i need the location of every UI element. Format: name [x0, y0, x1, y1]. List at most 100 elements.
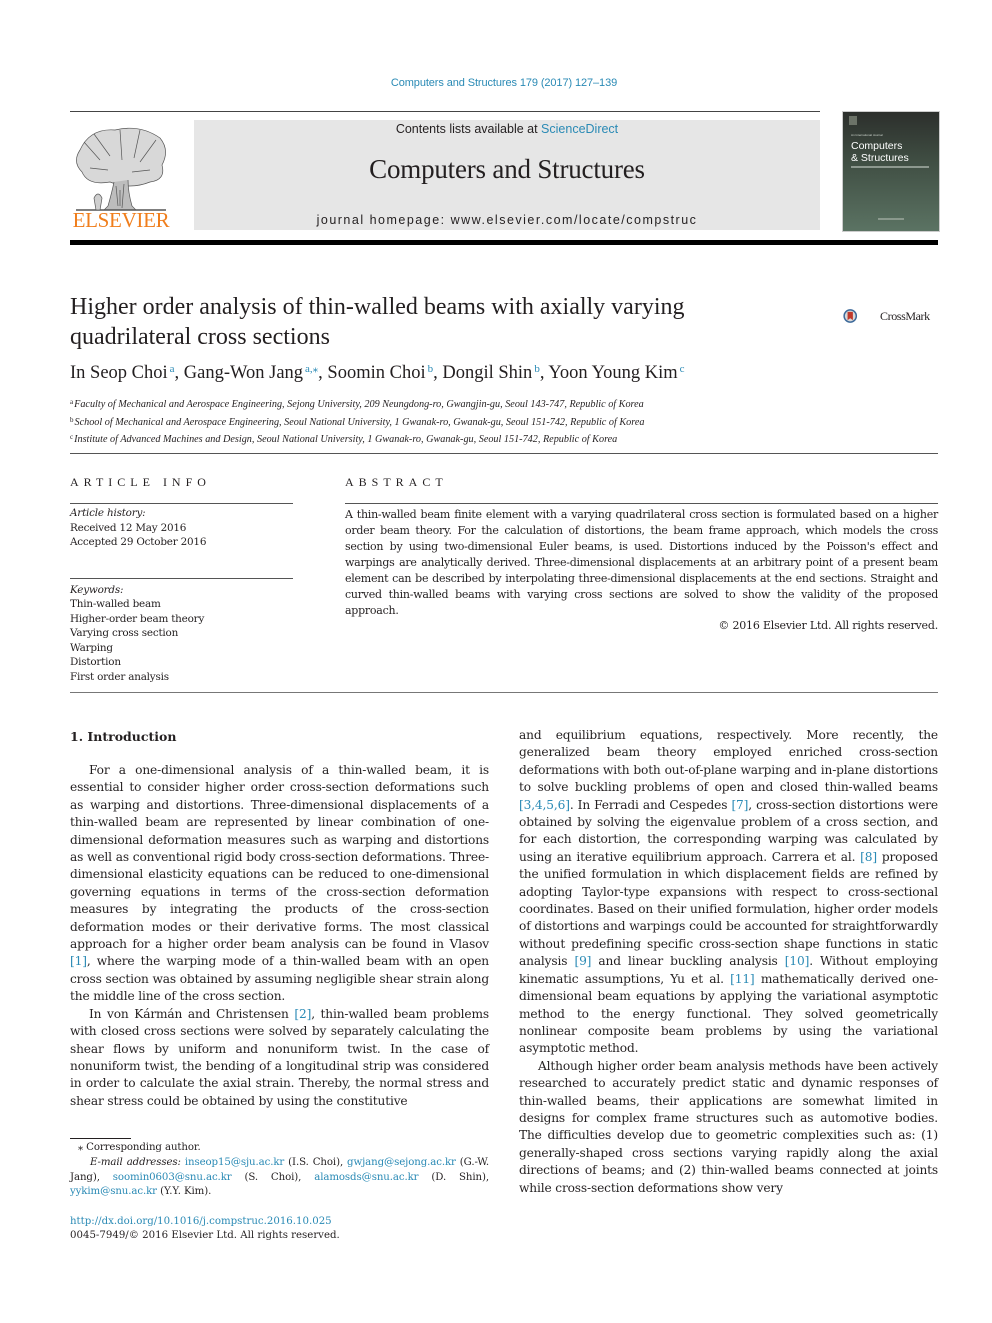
abstract-text: A thin-walled beam finite element with a… — [345, 508, 938, 617]
keyword: Warping — [70, 641, 113, 654]
affiliation-text: Faculty of Mechanical and Aerospace Engi… — [74, 399, 644, 410]
crossmark-label[interactable]: CrossMark — [880, 309, 930, 324]
body-text: and equilibrium equations, respectively.… — [519, 728, 938, 795]
keyword: Distortion — [70, 656, 121, 668]
citation-link[interactable]: [11] — [730, 972, 755, 986]
email-owner: (I.S. Choi), — [284, 1156, 348, 1168]
author[interactable]: Soomin Choi — [327, 363, 425, 383]
body-paragraph: Although higher order beam analysis meth… — [519, 1058, 938, 1197]
body-text: In von Kármán and Christensen — [89, 1006, 295, 1021]
cover-title-line2: & Structures — [851, 151, 909, 164]
accepted-date: Accepted 29 October 2016 — [70, 536, 207, 548]
doi-link[interactable]: http://dx.doi.org/10.1016/j.compstruc.20… — [70, 1216, 332, 1227]
journal-banner: Contents lists available at ScienceDirec… — [194, 120, 820, 230]
body-text: and linear buckling analysis — [591, 954, 785, 969]
keywords-label: Keywords: — [70, 584, 124, 596]
cover-subtitle: An International Journal — [851, 133, 883, 137]
body-text: , where the warping mode of a thin-walle… — [70, 954, 489, 1004]
journal-cover-thumbnail[interactable]: An International Journal Computers & Stru… — [842, 111, 940, 232]
header-rule — [70, 111, 820, 112]
affiliation: aFaculty of Mechanical and Aerospace Eng… — [70, 395, 890, 413]
keyword: Thin-walled beam — [70, 598, 161, 610]
body-column-left: For a one-dimensional analysis of a thin… — [70, 762, 489, 1110]
divider — [70, 578, 293, 579]
author-separator: , — [174, 363, 184, 383]
contents-line: Contents lists available at ScienceDirec… — [194, 122, 820, 136]
email-link[interactable]: yykim@snu.ac.kr — [70, 1186, 157, 1197]
author-separator: , — [433, 363, 443, 383]
author-affil-mark[interactable]: a,⁎ — [305, 363, 318, 375]
citation-link[interactable]: [7] — [731, 798, 748, 812]
keyword: Higher-order beam theory — [70, 612, 205, 625]
article-history-label: Article history: — [70, 507, 146, 519]
affiliations: aFaculty of Mechanical and Aerospace Eng… — [70, 395, 890, 448]
email-label: E-mail addresses: — [90, 1156, 181, 1168]
abstract-copyright: © 2016 Elsevier Ltd. All rights reserved… — [718, 619, 938, 632]
author[interactable]: In Seop Choi — [70, 363, 168, 383]
affiliation-text: Institute of Advanced Machines and Desig… — [74, 434, 618, 446]
citation-link[interactable]: [9] — [574, 954, 591, 968]
body-text: . In Ferradi and Cespedes — [569, 797, 732, 812]
email-owner: (Y.Y. Kim). — [156, 1186, 212, 1198]
author-affil-mark[interactable]: c — [680, 363, 685, 375]
journal-title: Computers and Structures — [369, 154, 645, 184]
email-owner: (D. Shin), — [418, 1171, 490, 1183]
email-addresses: E-mail addresses: inseop15@sju.ac.kr (I.… — [70, 1156, 489, 1200]
cover-footer — [878, 218, 904, 220]
citation-link[interactable]: [3,4,5,6] — [519, 798, 570, 812]
email-owner: (S. Choi), — [231, 1171, 315, 1183]
cover-title: Computers & Structures — [851, 140, 909, 164]
journal-homepage-link[interactable]: journal homepage: www.elsevier.com/locat… — [194, 213, 820, 227]
author[interactable]: Yoon Young Kim — [548, 363, 677, 383]
article-info-heading: ARTICLE INFO — [70, 475, 211, 489]
affiliation-text: School of Mechanical and Aerospace Engin… — [74, 416, 645, 428]
divider — [70, 692, 938, 693]
affiliation-mark: b — [70, 415, 74, 424]
received-date: Received 12 May 2016 — [70, 522, 187, 534]
divider — [70, 453, 938, 454]
issn-copyright: 0045-7949/© 2016 Elsevier Ltd. All right… — [70, 1230, 340, 1241]
abstract-heading: ABSTRACT — [345, 475, 448, 489]
body-paragraph: For a one-dimensional analysis of a thin… — [70, 762, 489, 1006]
header-thick-rule — [70, 240, 938, 245]
author[interactable]: Gang-Won Jang — [184, 363, 303, 383]
corresponding-author-note: ⁎ Corresponding author. — [78, 1142, 201, 1153]
citation-link[interactable]: [8] — [860, 850, 877, 864]
crossmark-icon[interactable] — [843, 297, 881, 335]
keyword: Varying cross section — [70, 627, 179, 639]
citation-link[interactable]: [2] — [294, 1007, 311, 1021]
divider — [345, 503, 938, 504]
journal-reference-link[interactable]: Computers and Structures 179 (2017) 127–… — [0, 77, 992, 89]
body-text: For a one-dimensional analysis of a thin… — [70, 763, 489, 952]
footnote-rule — [70, 1138, 131, 1139]
author-list: In Seop Choi a, Gang-Won Jang a,⁎, Soomin … — [70, 362, 890, 384]
footnotes: ⁎ Corresponding author. E-mail addresses… — [70, 1141, 489, 1200]
body-text: proposed the unified formulation in whic… — [519, 849, 938, 969]
cover-title-line1: Computers — [851, 140, 903, 152]
article-title: Higher order analysis of thin-walled bea… — [70, 294, 685, 350]
citation-link[interactable]: [1] — [70, 954, 87, 968]
body-text: , thin-walled beam problems with closed … — [70, 1006, 489, 1108]
email-link[interactable]: soomin0603@snu.ac.kr — [113, 1172, 232, 1183]
email-link[interactable]: gwjang@sejong.ac.kr — [347, 1157, 456, 1168]
cover-logo-icon — [849, 116, 857, 125]
elsevier-wordmark: ELSEVIER — [72, 208, 170, 232]
affiliation-mark: c — [70, 433, 74, 442]
section-heading-introduction: 1. Introduction — [70, 729, 177, 744]
body-paragraph: and equilibrium equations, respectively.… — [519, 727, 938, 1058]
affiliation-mark: a — [70, 398, 74, 406]
cover-tagline — [851, 166, 929, 168]
body-column-right: and equilibrium equations, respectively.… — [519, 727, 938, 1197]
body-text: Although higher order beam analysis meth… — [519, 1058, 938, 1195]
keyword: First order analysis — [70, 670, 169, 683]
affiliation: cInstitute of Advanced Machines and Desi… — [70, 430, 890, 448]
affiliation: bSchool of Mechanical and Aerospace Engi… — [70, 413, 890, 431]
sciencedirect-link[interactable]: ScienceDirect — [541, 122, 618, 136]
email-link[interactable]: inseop15@sju.ac.kr — [185, 1157, 284, 1168]
keywords-list: Thin-walled beam Higher-order beam theor… — [70, 597, 204, 684]
citation-link[interactable]: [10] — [785, 954, 810, 968]
divider — [70, 503, 293, 504]
author[interactable]: Dongil Shin — [442, 363, 532, 383]
email-link[interactable]: alamosds@snu.ac.kr — [314, 1172, 418, 1183]
contents-prefix: Contents lists available at — [395, 122, 542, 136]
